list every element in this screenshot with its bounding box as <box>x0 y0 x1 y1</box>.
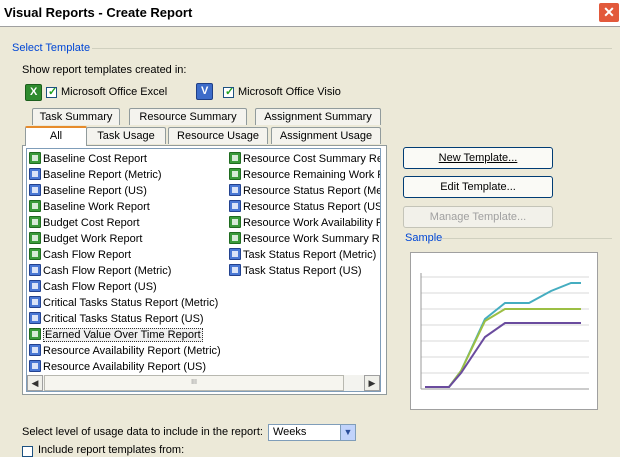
visio-checkbox[interactable]: ✓ <box>223 86 235 98</box>
title-divider <box>0 26 620 27</box>
visio-report-icon <box>29 264 41 276</box>
visio-checkbox-label[interactable]: Microsoft Office Visio <box>238 86 341 98</box>
sample-label: Sample <box>403 232 445 244</box>
excel-report-icon <box>29 216 41 228</box>
tab-resource-summary[interactable]: Resource Summary <box>129 108 247 125</box>
list-item[interactable]: Baseline Report (Metric) <box>29 167 162 183</box>
include-templates-label[interactable]: Include report templates from: <box>38 444 184 456</box>
excel-app-icon <box>25 84 42 101</box>
close-button[interactable]: ✕ <box>598 2 620 23</box>
list-item[interactable]: Budget Cost Report <box>29 215 140 231</box>
visio-report-icon <box>29 184 41 196</box>
excel-report-icon <box>29 232 41 244</box>
list-item[interactable]: Resource Work Summary Report <box>229 231 380 247</box>
template-list[interactable]: Baseline Cost Report Baseline Report (Me… <box>26 148 381 392</box>
usage-level-label: Select level of usage data to include in… <box>22 426 263 438</box>
list-item[interactable]: Task Status Report (Metric) <box>229 247 376 263</box>
excel-report-icon <box>29 328 41 340</box>
tab-task-summary[interactable]: Task Summary <box>32 108 120 125</box>
list-item[interactable]: Critical Tasks Status Report (US) <box>29 311 204 327</box>
list-item[interactable]: Resource Availability Report (Metric) <box>29 343 221 359</box>
list-item[interactable]: Task Status Report (US) <box>229 263 362 279</box>
scroll-right-icon[interactable]: ▶ <box>364 375 380 391</box>
tab-all[interactable]: All <box>25 126 87 146</box>
group-divider <box>92 48 612 49</box>
list-item[interactable]: Cash Flow Report <box>29 247 131 263</box>
include-templates-checkbox[interactable] <box>22 446 33 457</box>
excel-report-icon <box>29 248 41 260</box>
list-item[interactable]: Resource Remaining Work Report <box>229 167 380 183</box>
list-item[interactable]: Baseline Cost Report <box>29 151 147 167</box>
list-item[interactable]: Cash Flow Report (Metric) <box>29 263 171 279</box>
select-template-group-label: Select Template <box>10 42 93 54</box>
check-icon: ✓ <box>48 86 58 98</box>
visio-report-icon <box>29 296 41 308</box>
list-item[interactable]: Resource Availability Report (US) <box>29 359 206 375</box>
excel-report-icon <box>29 152 41 164</box>
list-item[interactable]: Resource Work Availability Report <box>229 215 380 231</box>
window-title: Visual Reports - Create Report <box>4 5 193 20</box>
tab-assignment-summary[interactable]: Assignment Summary <box>255 108 381 125</box>
visio-app-icon <box>196 83 213 100</box>
edit-template-button[interactable]: Edit Template... <box>403 176 553 198</box>
check-icon: ✓ <box>225 86 235 98</box>
visio-report-icon <box>229 184 241 196</box>
visio-report-icon <box>229 264 241 276</box>
visio-report-icon <box>29 312 41 324</box>
manage-template-button[interactable]: Manage Template... <box>403 206 553 228</box>
excel-checkbox-label[interactable]: Microsoft Office Excel <box>61 86 167 98</box>
scroll-thumb[interactable]: III <box>44 375 344 391</box>
list-item[interactable]: Resource Cost Summary Report <box>229 151 380 167</box>
show-templates-label: Show report templates created in: <box>22 64 187 76</box>
tab-task-usage[interactable]: Task Usage <box>86 127 166 144</box>
list-item[interactable]: Resource Status Report (Metric) <box>229 183 380 199</box>
tab-assignment-usage[interactable]: Assignment Usage <box>271 127 381 144</box>
visio-report-icon <box>229 200 241 212</box>
chevron-down-icon[interactable]: ▼ <box>340 425 355 440</box>
visio-report-icon <box>29 168 41 180</box>
list-item[interactable]: Baseline Report (US) <box>29 183 147 199</box>
list-item[interactable]: Baseline Work Report <box>29 199 150 215</box>
sample-preview <box>410 252 598 410</box>
visio-report-icon <box>29 360 41 372</box>
excel-report-icon <box>229 216 241 228</box>
visio-report-icon <box>29 344 41 356</box>
new-template-button[interactable]: New Template... <box>403 147 553 169</box>
list-item-selected[interactable]: Earned Value Over Time Report <box>29 327 203 343</box>
excel-checkbox[interactable]: ✓ <box>46 86 58 98</box>
scroll-left-icon[interactable]: ◀ <box>27 375 43 391</box>
list-item[interactable]: Budget Work Report <box>29 231 142 247</box>
list-item[interactable]: Cash Flow Report (US) <box>29 279 157 295</box>
title-bar: Visual Reports - Create Report ✕ <box>0 0 620 26</box>
excel-report-icon <box>229 232 241 244</box>
excel-report-icon <box>29 200 41 212</box>
tab-resource-usage[interactable]: Resource Usage <box>168 127 268 144</box>
list-item[interactable]: Critical Tasks Status Report (Metric) <box>29 295 218 311</box>
list-item[interactable]: Resource Status Report (US) <box>229 199 380 215</box>
sample-divider <box>442 238 612 239</box>
sample-chart-icon <box>420 273 589 390</box>
excel-report-icon <box>229 152 241 164</box>
usage-level-select[interactable]: Weeks ▼ <box>268 424 356 441</box>
visio-report-icon <box>29 280 41 292</box>
excel-report-icon <box>229 168 241 180</box>
horizontal-scrollbar[interactable]: ◀ III ▶ <box>27 375 380 391</box>
visio-report-icon <box>229 248 241 260</box>
usage-level-value: Weeks <box>273 426 307 438</box>
